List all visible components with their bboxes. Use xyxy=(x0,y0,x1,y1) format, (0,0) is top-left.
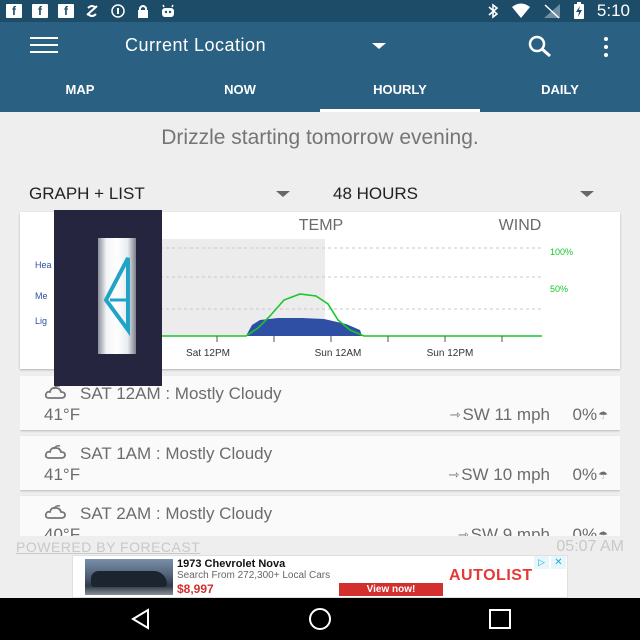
facebook-icon: f xyxy=(58,4,74,18)
forecast-summary: Drizzle starting tomorrow evening. xyxy=(161,126,479,149)
ad-banner[interactable]: 1973 Chevrolet Nova Search From 272,300+… xyxy=(72,555,568,598)
x-tick-label: Sat 12PM xyxy=(186,348,230,359)
close-icon[interactable]: ✕ xyxy=(551,556,566,569)
range-dropdown[interactable]: 48 HOURS xyxy=(333,182,595,206)
circle-info-icon xyxy=(111,4,125,18)
wind-arrow-icon: ⇾ xyxy=(448,467,460,482)
precip-intensity-bars xyxy=(246,318,362,336)
temp-header: TEMP xyxy=(299,217,343,234)
umbrella-icon: ☂ xyxy=(598,529,608,537)
wind-arrow-icon: ⇾ xyxy=(457,527,469,536)
app-toolbar: Current Location xyxy=(0,22,640,70)
x-tick-label: Sun 12AM xyxy=(315,348,362,359)
view-mode-label: GRAPH + LIST xyxy=(29,184,145,203)
hourly-row-title: SAT 1AM : Mostly Cloudy xyxy=(80,444,273,463)
android-icon xyxy=(162,4,174,17)
intensity-label-heavy: Hea xyxy=(35,260,52,270)
ad-choices-icon[interactable]: ▷ xyxy=(534,556,549,569)
battery-charging-icon xyxy=(573,2,584,19)
location-title[interactable]: Current Location xyxy=(125,35,266,56)
home-icon[interactable] xyxy=(307,607,333,631)
hourly-row-wind: ⇾ SW 10 mph xyxy=(448,465,550,485)
x-tick-label: Sun 12PM xyxy=(427,348,474,359)
hourly-row-temp: 40°F xyxy=(44,525,81,536)
partly-cloudy-icon xyxy=(44,445,66,459)
chevron-down-icon xyxy=(276,191,290,197)
ad-cta-button[interactable]: View now! xyxy=(339,583,443,596)
wifi-icon xyxy=(511,3,530,18)
tab-map[interactable]: MAP xyxy=(0,70,160,112)
recents-icon[interactable] xyxy=(487,607,513,631)
ad-car-image xyxy=(85,559,173,595)
navigation-arrow-icon xyxy=(103,257,130,337)
wind-value: SW 9 mph xyxy=(470,525,550,536)
wind-arrow-icon: ⇾ xyxy=(449,407,461,422)
hourly-row-precip: 0% ☂ xyxy=(573,465,608,485)
facebook-icon: f xyxy=(32,4,48,18)
tab-hourly[interactable]: HOURLY xyxy=(320,70,480,112)
hourly-row-title: SAT 2AM : Mostly Cloudy xyxy=(80,504,273,523)
hourly-row[interactable]: SAT 1AM : Mostly Cloudy 41°F ⇾ SW 10 mph … xyxy=(20,436,620,490)
back-icon[interactable] xyxy=(128,607,154,631)
hourly-row-precip: 0% ☂ xyxy=(573,405,608,425)
range-label: 48 HOURS xyxy=(333,184,419,203)
signal-off-icon xyxy=(543,4,560,19)
update-time: 05:07 AM xyxy=(556,538,624,555)
ad-brand-logo: AUTOLIST xyxy=(449,567,533,584)
system-nav-bar xyxy=(0,598,640,640)
chevron-down-icon xyxy=(580,191,594,197)
lock-icon xyxy=(138,5,148,18)
partly-cloudy-icon xyxy=(44,385,66,399)
hourly-list: SAT 12AM : Mostly Cloudy 41°F ⇾ SW 11 mph… xyxy=(20,376,620,536)
tab-bar: MAP NOW HOURLY DAILY xyxy=(0,70,640,112)
facebook-icon: f xyxy=(6,4,22,18)
intensity-label-light: Lig xyxy=(35,316,47,326)
active-tab-indicator xyxy=(320,109,480,112)
hourly-row-wind: ⇾ SW 11 mph xyxy=(450,405,550,425)
precip-value: 0% xyxy=(572,465,598,484)
powered-by-link[interactable]: POWERED BY FORECAST xyxy=(16,539,200,555)
percent-label-100: 100% xyxy=(550,247,573,257)
partly-cloudy-icon xyxy=(44,505,66,519)
ad-price: $8,997 xyxy=(177,582,214,596)
umbrella-icon: ☂ xyxy=(598,409,608,422)
status-bar: f f f 5:10 xyxy=(0,0,640,22)
wind-value: SW 11 mph xyxy=(462,405,550,424)
intensity-label-medium: Me xyxy=(35,291,48,301)
precip-value: 0% xyxy=(572,405,598,424)
no-sync-icon xyxy=(86,5,98,17)
percent-label-50: 50% xyxy=(550,284,568,294)
hourly-row-wind: ⇾ SW 9 mph xyxy=(458,525,550,536)
location-dropdown-icon[interactable] xyxy=(372,43,386,49)
clock: 5:10 xyxy=(596,1,630,20)
tab-now[interactable]: NOW xyxy=(160,70,320,112)
overlay-tile xyxy=(98,238,136,354)
hourly-row[interactable]: SAT 2AM : Mostly Cloudy 40°F ⇾ SW 9 mph 0… xyxy=(20,496,620,536)
bluetooth-icon xyxy=(488,3,499,19)
umbrella-icon: ☂ xyxy=(598,469,608,482)
search-icon[interactable] xyxy=(526,34,554,58)
app-screen: f f f 5:10 Current Location MAP NOW HOUR… xyxy=(0,0,640,640)
precip-value: 0% xyxy=(572,525,598,536)
hourly-row-precip: 0% ☂ xyxy=(573,525,608,536)
hourly-row-temp: 41°F xyxy=(44,465,81,484)
ad-title: 1973 Chevrolet Nova xyxy=(177,558,286,570)
overflow-menu-icon[interactable] xyxy=(596,36,616,58)
view-mode-dropdown[interactable]: GRAPH + LIST xyxy=(29,182,291,206)
menu-icon[interactable] xyxy=(30,37,58,55)
tab-daily[interactable]: DAILY xyxy=(480,70,640,112)
overlay-thumbnail xyxy=(54,210,162,386)
ad-subtitle: Search From 272,300+ Local Cars xyxy=(177,570,331,581)
hourly-row-title: SAT 12AM : Mostly Cloudy xyxy=(80,384,282,403)
wind-header: WIND xyxy=(499,217,542,234)
hourly-row-temp: 41°F xyxy=(44,405,81,424)
wind-value: SW 10 mph xyxy=(461,465,550,484)
